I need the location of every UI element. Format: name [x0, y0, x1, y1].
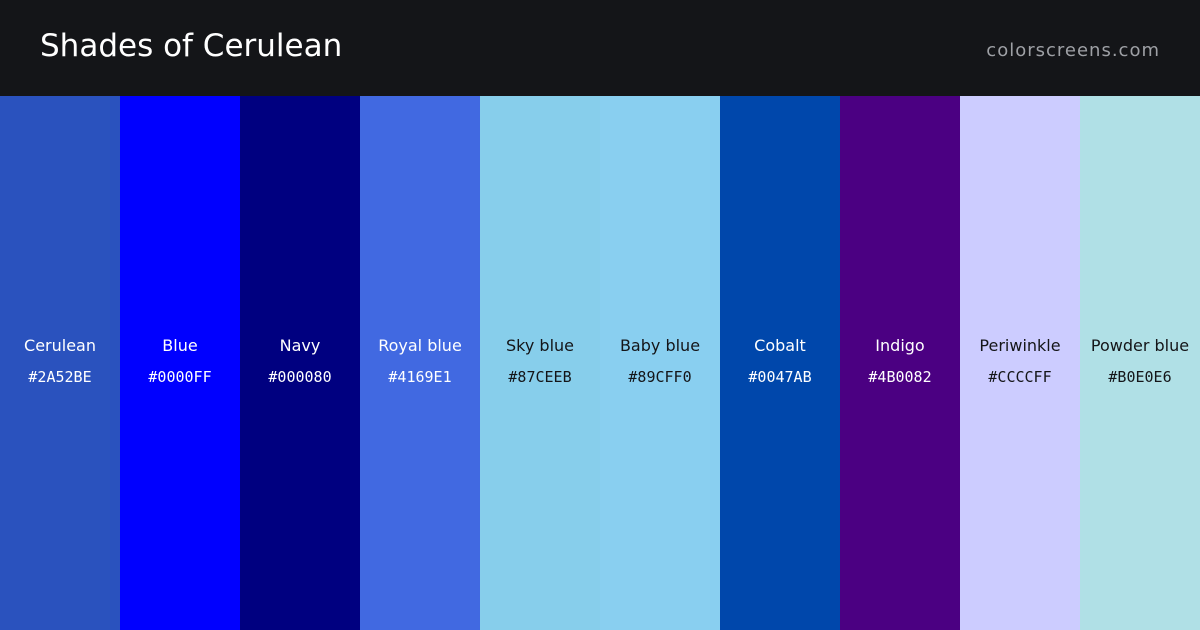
swatch-hex: #89CFF0: [628, 368, 692, 386]
swatch-hex: #4169E1: [388, 368, 452, 386]
swatch-name: Cerulean: [24, 336, 96, 355]
swatch-name: Royal blue: [378, 336, 462, 355]
swatch-baby-blue[interactable]: Baby blue #89CFF0: [600, 96, 720, 630]
swatch-name: Blue: [162, 336, 198, 355]
swatch-row: Cerulean #2A52BE Blue #0000FF Navy #0000…: [0, 96, 1200, 630]
swatch-name: Periwinkle: [979, 336, 1061, 355]
swatch-hex: #B0E0E6: [1108, 368, 1172, 386]
site-name[interactable]: colorscreens.com: [986, 38, 1160, 64]
swatch-cerulean[interactable]: Cerulean #2A52BE: [0, 96, 120, 630]
swatch-hex: #0000FF: [148, 368, 212, 386]
swatch-hex: #0047AB: [748, 368, 812, 386]
swatch-cobalt[interactable]: Cobalt #0047AB: [720, 96, 840, 630]
swatch-hex: #CCCCFF: [988, 368, 1052, 386]
swatch-name: Navy: [279, 336, 321, 355]
swatch-powder-blue[interactable]: Powder blue #B0E0E6: [1080, 96, 1200, 630]
swatch-hex: #2A52BE: [28, 368, 92, 386]
swatch-hex: #87CEEB: [508, 368, 572, 386]
swatch-name: Indigo: [875, 336, 925, 355]
swatch-hex: #000080: [268, 368, 332, 386]
swatch-name: Sky blue: [506, 336, 574, 355]
swatch-name: Powder blue: [1090, 336, 1190, 355]
swatch-royal-blue[interactable]: Royal blue #4169E1: [360, 96, 480, 630]
swatch-navy[interactable]: Navy #000080: [240, 96, 360, 630]
swatch-sky-blue[interactable]: Sky blue #87CEEB: [480, 96, 600, 630]
swatch-blue[interactable]: Blue #0000FF: [120, 96, 240, 630]
swatch-indigo[interactable]: Indigo #4B0082: [840, 96, 960, 630]
swatch-periwinkle[interactable]: Periwinkle #CCCCFF: [960, 96, 1080, 630]
header-bar: Shades of Cerulean colorscreens.com: [0, 0, 1200, 96]
swatch-hex: #4B0082: [868, 368, 932, 386]
swatch-name: Baby blue: [619, 336, 701, 355]
page-title: Shades of Cerulean: [40, 28, 343, 64]
swatch-name: Cobalt: [754, 336, 806, 355]
